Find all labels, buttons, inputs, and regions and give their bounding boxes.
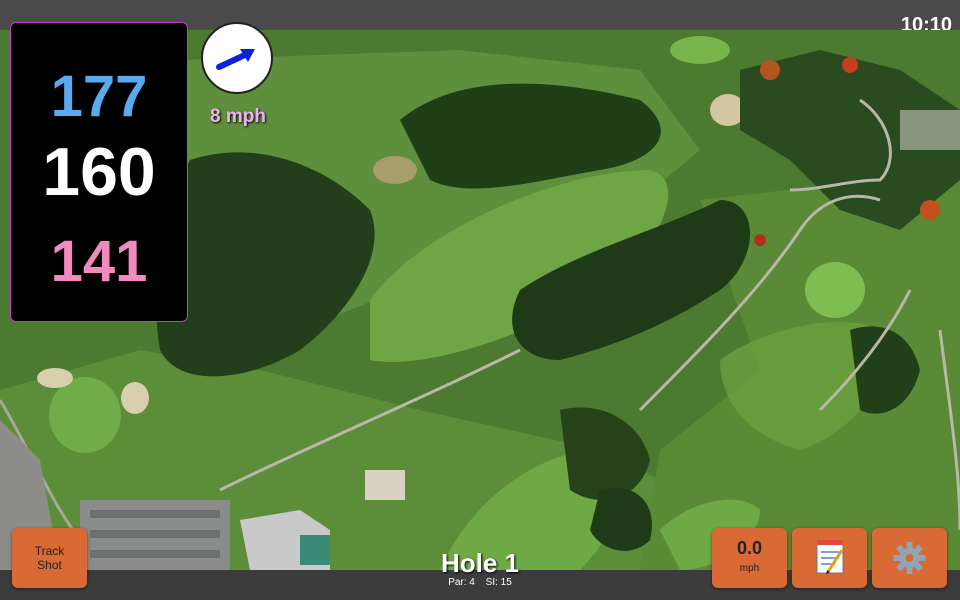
front-distance: 141 — [50, 229, 148, 294]
hole-si: SI: 15 — [485, 577, 512, 588]
speed-button[interactable]: 0.0 mph — [712, 528, 787, 588]
hole-title: Hole 1 — [440, 548, 520, 578]
notepad-icon — [816, 540, 844, 575]
distance-panel: 177 160 141 — [10, 22, 188, 322]
gear-icon — [893, 542, 926, 574]
hole-meta: Par: 4 SI: 15 — [380, 577, 580, 588]
arrow-icon — [216, 49, 255, 70]
wind-indicator — [201, 22, 273, 94]
speed-value: 0.0 — [736, 538, 763, 558]
track-shot-button[interactable]: Track Shot — [12, 528, 87, 588]
center-distance: 160 — [42, 134, 156, 210]
track-shot-label-line1: Track — [34, 544, 65, 558]
notes-button[interactable] — [792, 528, 867, 588]
settings-button[interactable] — [872, 528, 947, 588]
speed-unit: mph — [739, 563, 760, 574]
wind-speed: 8 mph — [210, 106, 266, 127]
back-distance: 177 — [50, 64, 148, 129]
hole-par: Par: 4 — [448, 577, 475, 588]
track-shot-label-line2: Shot — [37, 558, 62, 572]
